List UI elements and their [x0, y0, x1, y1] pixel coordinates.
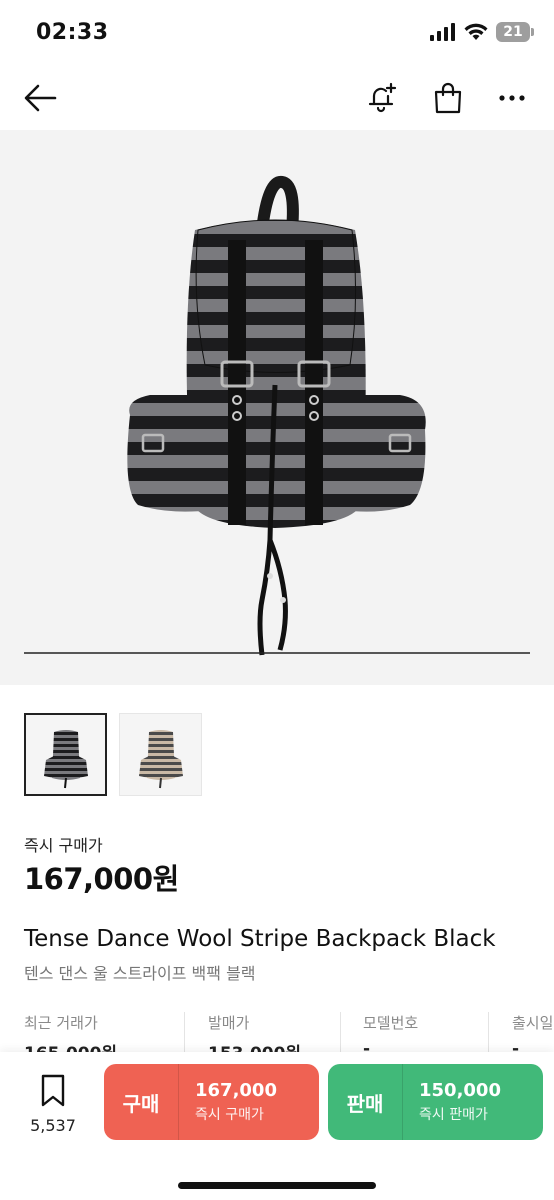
status-bar: 02:33 21: [0, 0, 554, 66]
cart-button[interactable]: [428, 78, 468, 118]
alert-button[interactable]: [362, 78, 402, 118]
sell-label: 판매: [328, 1064, 403, 1140]
info-value: -: [363, 1039, 371, 1052]
status-indicators: 21: [430, 22, 534, 42]
info-model-number: 모델번호 -: [363, 1012, 418, 1052]
info-release-date: 출시일 -: [512, 1012, 553, 1052]
bookmark-icon: [41, 1074, 65, 1107]
bottom-action-bar: 5,537 구매 167,000 즉시 구매가 판매 150,000 즉시 판매…: [0, 1052, 554, 1200]
info-label: 모델번호: [363, 1014, 419, 1032]
sell-amount: 150,000: [419, 1080, 501, 1101]
thumbnail-black[interactable]: [24, 713, 107, 796]
thumbnail-list: [24, 713, 202, 796]
info-label: 발매가: [208, 1014, 250, 1032]
back-button[interactable]: [20, 78, 60, 118]
product-image[interactable]: [0, 130, 554, 685]
wishlist-count: 5,537: [30, 1116, 76, 1135]
product-info-row: 최근 거래가 165,000원 발매가 153,000원 모델번호 - 출시일 …: [0, 1008, 554, 1052]
backpack-beige-thumbnail: [138, 729, 183, 788]
instant-buy-price-label: 즉시 구매가: [24, 836, 103, 855]
info-label: 최근 거래가: [24, 1014, 98, 1032]
thumbnail-beige[interactable]: [119, 713, 202, 796]
battery-icon: 21: [496, 22, 534, 42]
info-label: 출시일: [512, 1014, 554, 1032]
status-time: 02:33: [36, 20, 109, 45]
divider: [340, 1012, 341, 1052]
info-value: -: [512, 1039, 520, 1052]
home-indicator: [178, 1182, 376, 1189]
backpack-black-thumbnail: [43, 729, 88, 788]
signal-icon: [430, 23, 455, 41]
nav-bar: [0, 66, 554, 130]
buy-sub-label: 즉시 구매가: [195, 1107, 264, 1123]
buy-detail: 167,000 즉시 구매가: [179, 1064, 319, 1140]
info-value: 153,000원: [208, 1039, 301, 1052]
more-icon: [499, 95, 525, 101]
divider: [184, 1012, 185, 1052]
wishlist-button[interactable]: 5,537: [22, 1074, 84, 1135]
instant-buy-price: 167,000원: [24, 862, 179, 896]
buy-amount: 167,000: [195, 1080, 277, 1101]
shopping-bag-icon: [434, 82, 462, 114]
sell-detail: 150,000 즉시 판매가: [403, 1064, 543, 1140]
product-name-ko: 텐스 댄스 울 스트라이프 백팩 블랙: [24, 964, 256, 983]
backpack-image: [24, 176, 530, 656]
divider: [488, 1012, 489, 1052]
info-recent-trade: 최근 거래가 165,000원: [24, 1012, 117, 1052]
product-name-en: Tense Dance Wool Stripe Backpack Black: [24, 926, 496, 952]
sell-button[interactable]: 판매 150,000 즉시 판매가: [328, 1064, 543, 1140]
wifi-icon: [464, 23, 488, 40]
info-value: 165,000원: [24, 1039, 117, 1052]
info-release-price: 발매가 153,000원: [208, 1012, 301, 1052]
more-button[interactable]: [492, 78, 532, 118]
buy-label: 구매: [104, 1064, 179, 1140]
back-arrow-icon: [24, 84, 57, 112]
bell-plus-icon: [368, 82, 397, 113]
buy-button[interactable]: 구매 167,000 즉시 구매가: [104, 1064, 319, 1140]
sell-sub-label: 즉시 판매가: [419, 1107, 488, 1123]
